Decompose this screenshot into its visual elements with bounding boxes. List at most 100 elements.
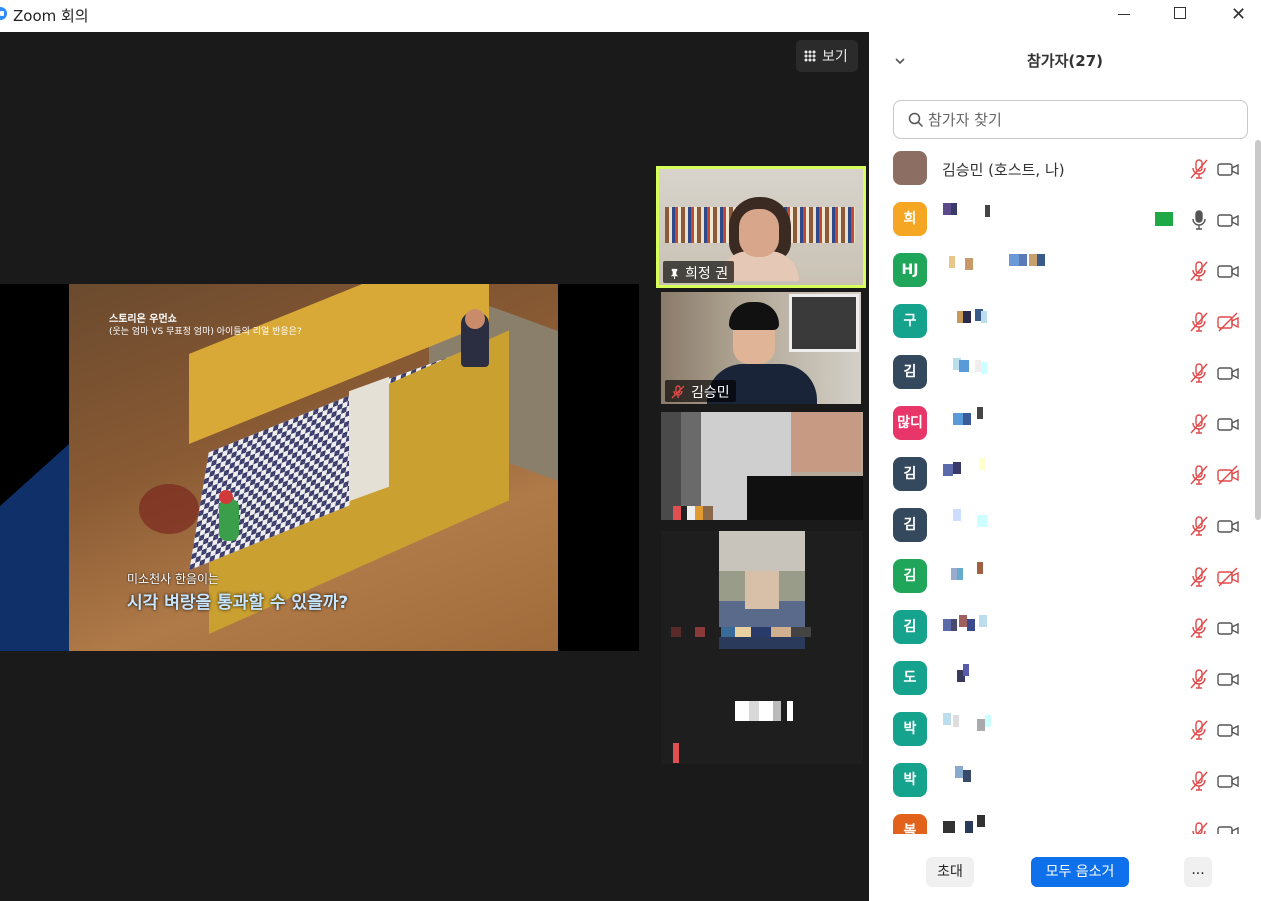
maximize-button[interactable] <box>1157 0 1203 32</box>
video-icon[interactable] <box>1217 210 1239 230</box>
caption-line-2: 시각 벼랑을 통과할 수 있을까? <box>127 593 349 613</box>
video-tile-active-speaker[interactable]: 희정 권 <box>656 166 866 288</box>
mute-all-button[interactable]: 모두 음소거 <box>1031 857 1129 887</box>
search-icon <box>908 112 924 128</box>
participant-list: 김승민 (호스트, 나) 희 HJ 구 김 많디 김 김 김 김 도 박 박 복 <box>869 144 1255 834</box>
title-bar: Zoom 회의 ✕ <box>0 0 1261 32</box>
mic-muted-icon[interactable] <box>1188 311 1210 333</box>
participants-panel: 참가자(27) 김승민 (호스트, 나)희HJ구김많디김김김김도박박복 초대 모… <box>869 32 1261 901</box>
pixelated-video <box>745 571 779 609</box>
participant-row[interactable]: 희 <box>869 195 1255 245</box>
avatar: 많디 <box>893 406 927 440</box>
video-icon[interactable] <box>1217 720 1239 740</box>
participant-row[interactable]: 박 <box>869 705 1255 755</box>
participant-row[interactable]: 김 <box>869 501 1255 551</box>
mic-muted-icon[interactable] <box>1188 821 1210 834</box>
invite-button[interactable]: 초대 <box>926 857 974 887</box>
video-tile[interactable] <box>661 412 863 520</box>
participant-row[interactable]: 많디 <box>869 399 1255 449</box>
maximize-icon <box>1174 7 1186 19</box>
participant-row[interactable]: 김승민 (호스트, 나) <box>869 144 1255 194</box>
video-name: 희정 권 <box>685 266 729 282</box>
blurred-name <box>953 509 961 521</box>
video-off-icon[interactable] <box>1217 312 1239 332</box>
blurred-name <box>979 458 985 470</box>
participant-row[interactable]: 김 <box>869 603 1255 653</box>
blurred-name <box>959 615 967 627</box>
mic-muted-icon[interactable] <box>1188 515 1210 537</box>
avatar: 구 <box>893 304 927 338</box>
blurred-name <box>943 821 955 833</box>
view-button[interactable]: 보기 <box>796 40 858 72</box>
mic-muted-icon[interactable] <box>1188 617 1210 639</box>
avatar: HJ <box>893 253 927 287</box>
participant-row[interactable]: 복 <box>869 807 1255 834</box>
mic-muted-icon[interactable] <box>1188 413 1210 435</box>
participant-row[interactable]: 구 <box>869 297 1255 347</box>
blurred-name <box>961 509 967 521</box>
mic-icon[interactable] <box>1188 209 1210 231</box>
blurred-name <box>985 715 991 727</box>
video-icon[interactable] <box>1217 618 1239 638</box>
blurred-name <box>981 362 987 374</box>
video-off-icon[interactable] <box>1217 465 1239 485</box>
video-tile[interactable] <box>661 531 863 764</box>
scrollbar[interactable] <box>1255 140 1261 520</box>
scene-person-head <box>465 309 485 329</box>
participant-face <box>739 209 779 257</box>
shared-screen[interactable]: 스토리온 우먼쇼 (웃는 엄마 VS 무표정 엄마) 아이들의 리얼 반응은? … <box>0 284 639 651</box>
caption-line-1: 미소천사 한음이는 <box>127 572 220 586</box>
blurred-name <box>1019 254 1027 266</box>
video-name-tag: 희정 권 <box>663 261 735 283</box>
video-icon[interactable] <box>1217 414 1239 434</box>
video-icon[interactable] <box>1217 261 1239 281</box>
video-tile[interactable]: 김승민 <box>661 292 861 404</box>
search-input[interactable] <box>928 109 1228 131</box>
avatar: 김 <box>893 508 927 542</box>
blurred-name <box>943 713 951 725</box>
video-icon[interactable] <box>1217 516 1239 536</box>
participant-row[interactable]: HJ <box>869 246 1255 296</box>
video-icon[interactable] <box>1217 363 1239 383</box>
mic-muted-icon[interactable] <box>1188 668 1210 690</box>
participant-row[interactable]: 김 <box>869 450 1255 500</box>
meeting-stage: 보기 스토리온 우먼쇼 (웃는 엄마 VS 무표정 엄마) 아이들의 리얼 반응… <box>0 32 869 901</box>
avatar: 김 <box>893 457 927 491</box>
search-box[interactable] <box>893 100 1248 139</box>
blurred-name <box>949 256 955 268</box>
mic-muted-icon[interactable] <box>1188 362 1210 384</box>
video-name-tag: 김승민 <box>665 380 736 402</box>
video-icon[interactable] <box>1217 159 1239 179</box>
video-icon[interactable] <box>1217 771 1239 791</box>
participant-row[interactable]: 박 <box>869 756 1255 806</box>
blurred-name <box>1029 254 1037 266</box>
video-icon[interactable] <box>1217 669 1239 689</box>
scene-toy-head <box>219 490 233 504</box>
mic-muted-icon[interactable] <box>1188 464 1210 486</box>
blurred-name <box>951 203 957 215</box>
video-off-icon[interactable] <box>1217 567 1239 587</box>
participant-row[interactable]: 김 <box>869 348 1255 398</box>
mic-muted-icon[interactable] <box>1188 158 1210 180</box>
video-icon[interactable] <box>1217 822 1239 834</box>
pixelated-video <box>735 701 793 721</box>
blurred-name <box>953 413 963 425</box>
mic-muted-icon[interactable] <box>1188 566 1210 588</box>
minimize-button[interactable] <box>1101 0 1147 32</box>
more-button[interactable]: ... <box>1184 857 1212 887</box>
zoom-logo-icon <box>0 7 7 20</box>
avatar: 박 <box>893 763 927 797</box>
blurred-name <box>963 770 971 782</box>
scene-toy <box>219 499 239 541</box>
window-frame <box>789 294 859 352</box>
mic-muted-icon[interactable] <box>1188 770 1210 792</box>
scene-chair <box>139 484 199 534</box>
blurred-name <box>977 407 983 419</box>
mic-muted-icon[interactable] <box>1188 260 1210 282</box>
panel-footer: 초대 모두 음소거 ... <box>869 854 1261 894</box>
participant-row[interactable]: 도 <box>869 654 1255 704</box>
mic-muted-icon[interactable] <box>1188 719 1210 741</box>
close-button[interactable]: ✕ <box>1215 0 1261 32</box>
participant-row[interactable]: 김 <box>869 552 1255 602</box>
minimize-icon <box>1118 14 1130 15</box>
